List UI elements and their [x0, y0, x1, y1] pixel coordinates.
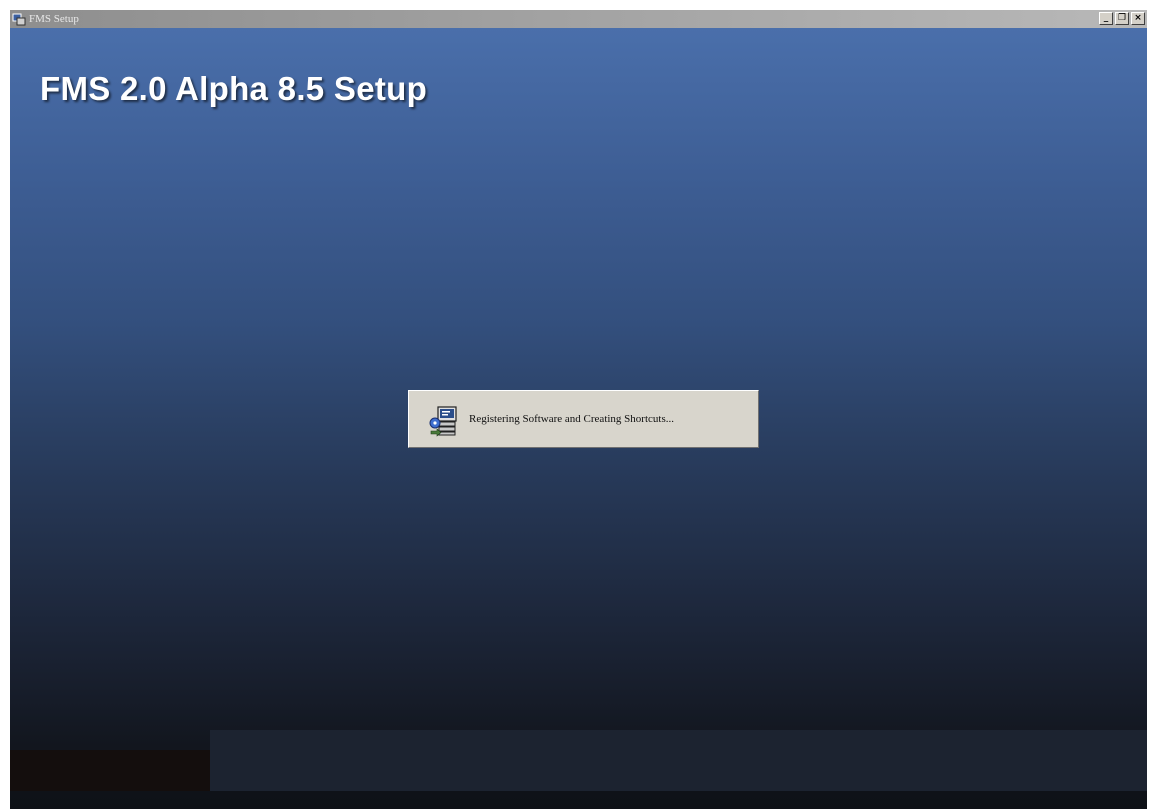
setup-window: FMS Setup _ ❐ × FMS 2.0 Alpha 8.5 Setup [10, 10, 1147, 809]
status-message: Registering Software and Creating Shortc… [469, 413, 674, 425]
title-bar[interactable]: FMS Setup _ ❐ × [10, 10, 1147, 28]
close-button[interactable]: × [1131, 12, 1145, 25]
restore-button[interactable]: ❐ [1115, 12, 1129, 25]
setup-background: FMS 2.0 Alpha 8.5 Setup Registering Soft… [10, 28, 1147, 809]
progress-dialog: Registering Software and Creating Shortc… [408, 390, 759, 448]
footer-left-panel [10, 750, 210, 791]
footer-panel [210, 730, 1147, 791]
window-title: FMS Setup [29, 13, 79, 25]
minimize-button[interactable]: _ [1099, 12, 1113, 25]
installer-icon [429, 405, 461, 437]
window-controls: _ ❐ × [1099, 12, 1145, 25]
setup-heading: FMS 2.0 Alpha 8.5 Setup [40, 70, 428, 107]
app-icon [12, 13, 26, 26]
